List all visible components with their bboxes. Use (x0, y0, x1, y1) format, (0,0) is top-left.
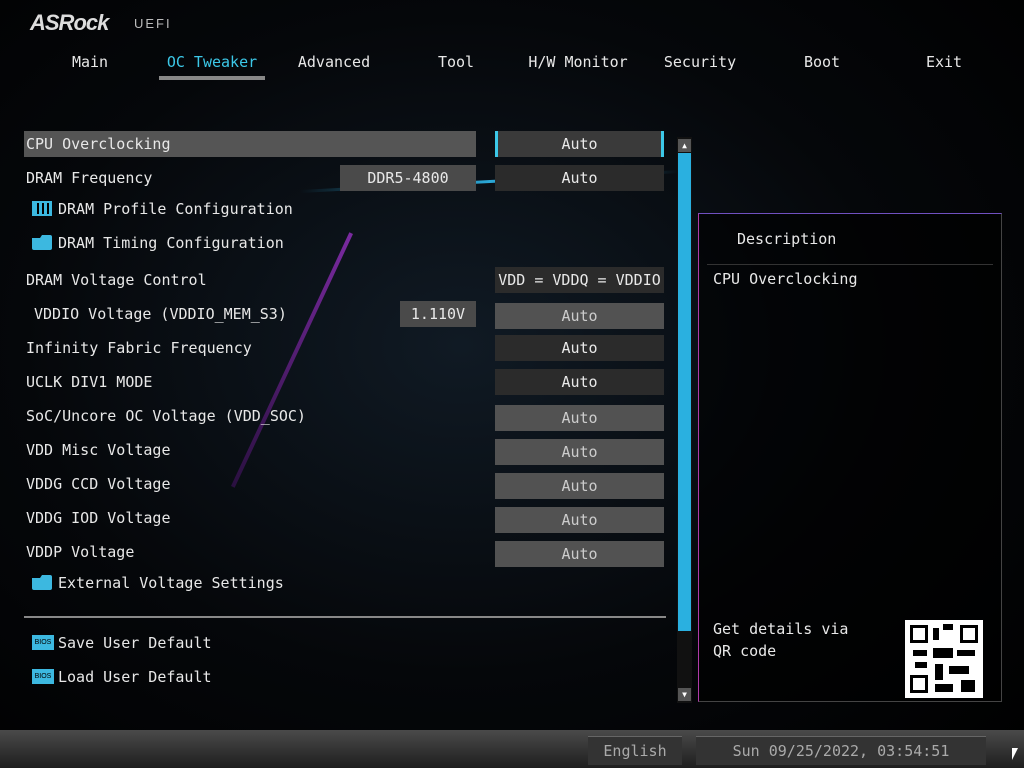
folder-icon (32, 235, 52, 250)
tab-main[interactable]: Main (29, 52, 151, 78)
divider (24, 616, 666, 618)
setting-vddg-ccd-voltage[interactable]: VDDG CCD Voltage (24, 471, 476, 497)
datetime-display: Sun 09/25/2022, 03:54:51 (696, 736, 986, 765)
vddio-voltage-value: 1.110V (400, 301, 476, 327)
scrollbar-thumb[interactable] (678, 153, 691, 631)
description-title: Description (737, 230, 837, 248)
infinity-fabric-frequency-select[interactable]: Auto (495, 335, 664, 361)
setting-vdd-misc-voltage[interactable]: VDD Misc Voltage (24, 437, 476, 463)
vddg-iod-voltage-select[interactable]: Auto (495, 507, 664, 533)
scroll-down-icon[interactable]: ▼ (678, 688, 691, 701)
description-panel: Description CPU Overclocking Get details… (698, 213, 1002, 702)
folder-icon (32, 575, 52, 590)
setting-vddp-voltage[interactable]: VDDP Voltage (24, 539, 476, 565)
vddg-ccd-voltage-select[interactable]: Auto (495, 473, 664, 499)
vdd-misc-voltage-select[interactable]: Auto (495, 439, 664, 465)
tab-exit[interactable]: Exit (883, 52, 1005, 78)
action-label: Save User Default (58, 634, 212, 652)
vddio-voltage-select[interactable]: Auto (495, 303, 664, 329)
scroll-up-icon[interactable]: ▲ (678, 139, 691, 152)
dram-voltage-control-select[interactable]: VDD = VDDQ = VDDIO (495, 267, 664, 293)
save-user-default-button[interactable]: BIOS Save User Default (24, 630, 476, 656)
tab-hw-monitor[interactable]: H/W Monitor (517, 52, 639, 78)
memory-icon (32, 201, 52, 216)
setting-infinity-fabric-frequency[interactable]: Infinity Fabric Frequency (24, 335, 476, 361)
language-button[interactable]: English (588, 736, 682, 765)
setting-dram-timing-configuration[interactable]: DRAM Timing Configuration (24, 230, 476, 256)
qr-code (905, 620, 983, 698)
description-text: CPU Overclocking (713, 270, 858, 288)
setting-dram-profile-configuration[interactable]: DRAM Profile Configuration (24, 196, 476, 222)
divider (707, 264, 993, 265)
tab-security[interactable]: Security (639, 52, 761, 78)
setting-vddg-iod-voltage[interactable]: VDDG IOD Voltage (24, 505, 476, 531)
setting-uclk-div1-mode[interactable]: UCLK DIV1 MODE (24, 369, 476, 395)
uefi-label: UEFI (134, 16, 172, 31)
action-label: Load User Default (58, 668, 212, 686)
setting-soc-voltage[interactable]: SoC/Uncore OC Voltage (VDD_SOC) (24, 403, 476, 429)
mouse-cursor-icon (1012, 748, 1018, 760)
scrollbar[interactable]: ▲ ▼ (677, 137, 692, 703)
soc-voltage-select[interactable]: Auto (495, 405, 664, 431)
setting-label: DRAM Profile Configuration (58, 200, 293, 218)
main-tabs: Main OC Tweaker Advanced Tool H/W Monito… (29, 52, 1005, 80)
tab-advanced[interactable]: Advanced (273, 52, 395, 78)
cpu-overclocking-select[interactable]: Auto (495, 131, 664, 157)
load-user-default-button[interactable]: BIOS Load User Default (24, 664, 476, 690)
uclk-div1-mode-select[interactable]: Auto (495, 369, 664, 395)
tab-oc-tweaker[interactable]: OC Tweaker (151, 52, 273, 80)
qr-caption: Get details via QR code (713, 620, 849, 660)
setting-label: DRAM Timing Configuration (58, 234, 284, 252)
vddp-voltage-select[interactable]: Auto (495, 541, 664, 567)
bios-icon: BIOS (32, 635, 54, 650)
tab-tool[interactable]: Tool (395, 52, 517, 78)
setting-dram-voltage-control[interactable]: DRAM Voltage Control (24, 267, 476, 293)
tab-boot[interactable]: Boot (761, 52, 883, 78)
setting-label: External Voltage Settings (58, 574, 284, 592)
bios-icon: BIOS (32, 669, 54, 684)
footer-bar: English Sun 09/25/2022, 03:54:51 (0, 730, 1024, 768)
setting-cpu-overclocking[interactable]: CPU Overclocking (24, 131, 476, 157)
dram-frequency-select[interactable]: Auto (495, 165, 664, 191)
asrock-logo: ASRock (30, 10, 109, 35)
dram-frequency-value: DDR5-4800 (340, 165, 476, 191)
setting-external-voltage-settings[interactable]: External Voltage Settings (24, 570, 476, 596)
